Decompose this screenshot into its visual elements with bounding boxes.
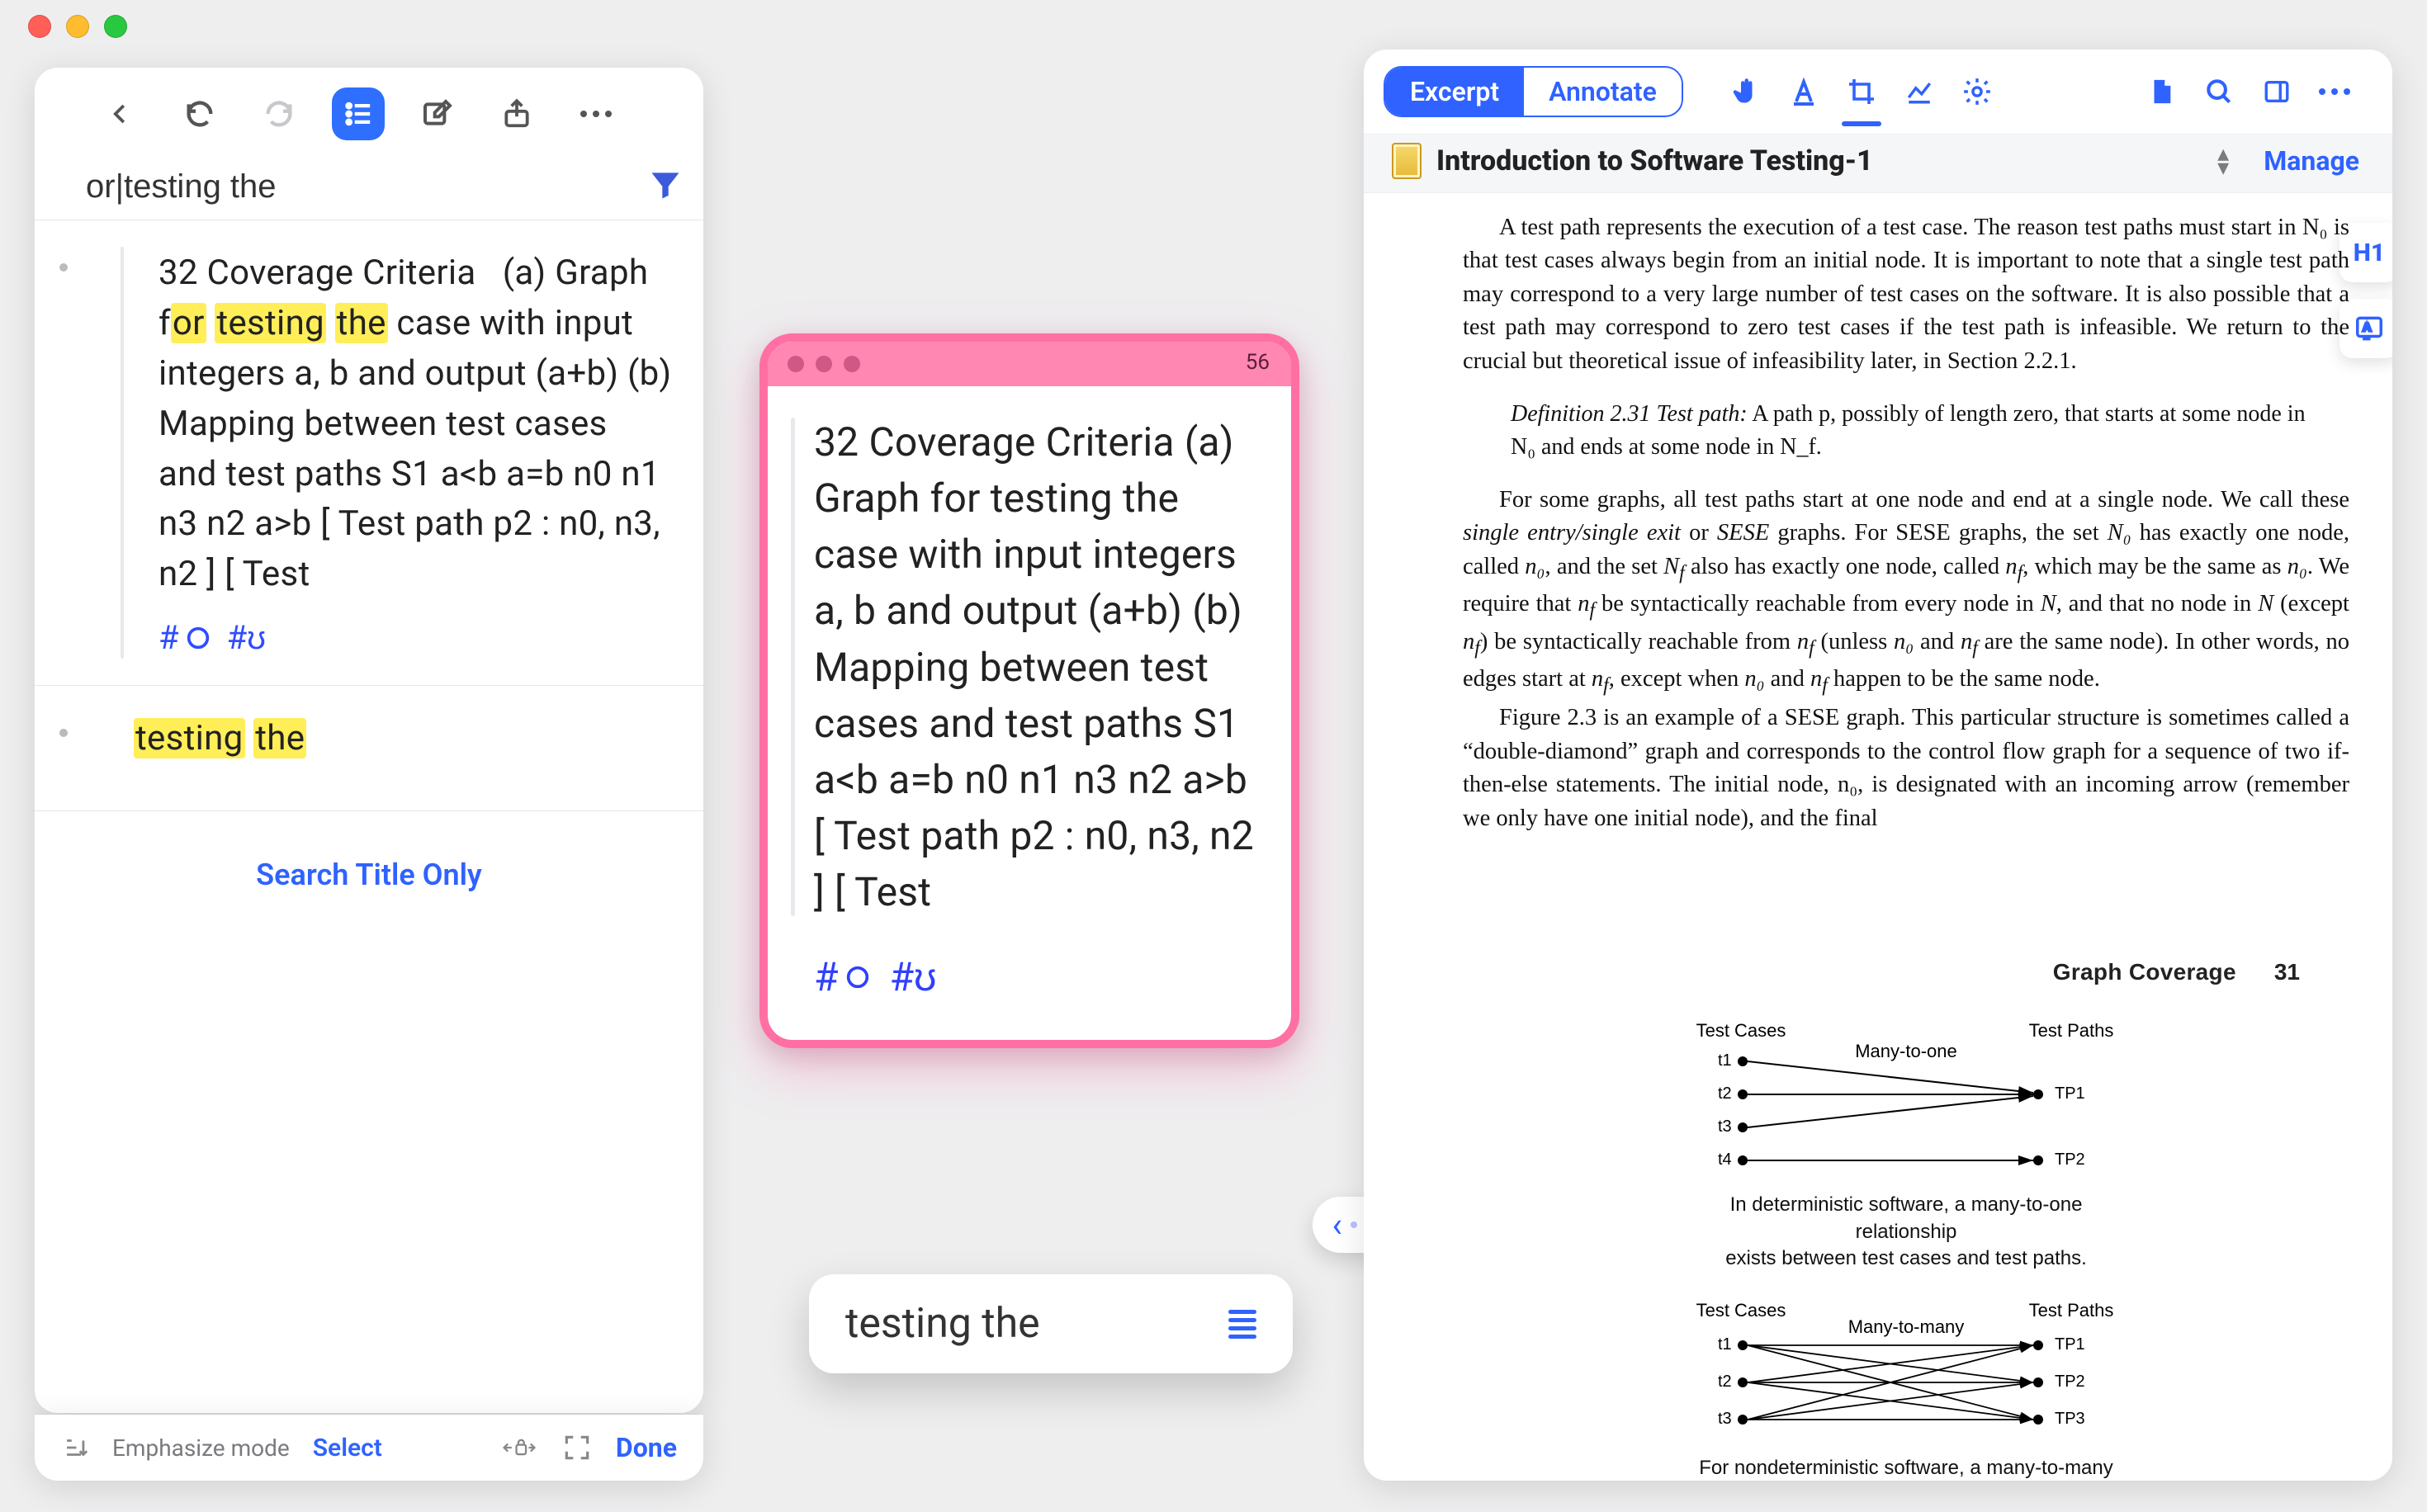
sort-icon[interactable]	[61, 1434, 89, 1462]
svg-text:TP2: TP2	[2055, 1373, 2085, 1391]
svg-text:Many-to-one: Many-to-one	[1855, 1041, 1957, 1061]
svg-text:TP2: TP2	[2055, 1151, 2085, 1169]
hand-tool-button[interactable]	[1721, 67, 1771, 116]
more-button[interactable]	[570, 87, 622, 140]
lock-sync-icon[interactable]	[500, 1434, 538, 1462]
expand-icon[interactable]	[561, 1432, 593, 1463]
outline-list-button[interactable]	[332, 87, 385, 140]
close-window-button[interactable]	[28, 15, 51, 38]
svg-text:t4: t4	[1718, 1151, 1732, 1169]
search-row	[35, 160, 703, 220]
back-button[interactable]	[94, 87, 147, 140]
svg-text:t1: t1	[1718, 1335, 1732, 1354]
definition-block: Definition 2.31 Test path: A path p, pos…	[1511, 398, 2316, 464]
svg-text:Test Cases: Test Cases	[1696, 1300, 1786, 1321]
crop-button[interactable]	[1837, 67, 1886, 116]
svg-text:t3: t3	[1718, 1410, 1732, 1428]
segment-annotate[interactable]: Annotate	[1524, 68, 1682, 116]
book-icon	[1392, 143, 1422, 179]
document-title-row: Introduction to Software Testing-1 ▴▾ Ma…	[1364, 134, 2392, 193]
search-title-only-button[interactable]: Search Title Only	[35, 811, 703, 1387]
card-page-number: 56	[1246, 350, 1270, 375]
filter-button[interactable]	[647, 167, 684, 206]
svg-text:Test Paths: Test Paths	[2029, 1300, 2114, 1321]
paragraph: Figure 2.3 is an example of a SESE graph…	[1463, 702, 2349, 835]
svg-text:t2: t2	[1718, 1084, 1732, 1103]
chevron-left-icon: ‹	[1332, 1205, 1342, 1245]
undo-button[interactable]	[173, 87, 226, 140]
page-running-header: Graph Coverage 31	[1463, 959, 2300, 985]
highlight-card[interactable]: 56 32 Coverage Criteria (a) Graph for te…	[759, 333, 1299, 1048]
tag-circle[interactable]: #	[814, 953, 872, 1000]
svg-text:Test Cases: Test Cases	[1696, 1020, 1786, 1041]
search-result[interactable]: 32 Coverage Criteria (a) Graph for testi…	[35, 220, 703, 686]
card-traffic-dots	[788, 356, 860, 372]
floating-note-text: testing the	[845, 1300, 1228, 1348]
redo-button[interactable]	[253, 87, 305, 140]
tag-circle[interactable]: #	[158, 618, 212, 657]
ellipsis-icon	[2319, 88, 2350, 95]
minimize-window-button[interactable]	[66, 15, 89, 38]
highlight-card-header: 56	[768, 342, 1291, 386]
result-tags: # #ʊ	[158, 618, 674, 657]
done-button[interactable]: Done	[616, 1432, 677, 1463]
tag-upsilon[interactable]: #ʊ	[890, 953, 937, 1000]
svg-text:TP1: TP1	[2055, 1084, 2085, 1103]
svg-text:Test Paths: Test Paths	[2029, 1020, 2114, 1041]
svg-text:t3: t3	[1718, 1117, 1732, 1136]
zoom-window-button[interactable]	[104, 15, 127, 38]
paragraph: A test path represents the execution of …	[1463, 211, 2349, 378]
sort-toggle-icon[interactable]: ▴▾	[2217, 147, 2229, 175]
outline-toolbar	[35, 68, 703, 160]
svg-text:t2: t2	[1718, 1373, 1732, 1391]
text-style-button[interactable]	[1779, 67, 1829, 116]
result-text: testing the	[134, 714, 674, 764]
dot-icon	[1351, 1221, 1357, 1228]
emphasize-mode-label: Emphasize mode	[112, 1434, 290, 1462]
document-title[interactable]: Introduction to Software Testing-1	[1436, 144, 2202, 177]
svg-text:TP3: TP3	[2055, 1410, 2085, 1428]
search-button[interactable]	[2194, 67, 2244, 116]
mode-segmented-control: Excerpt Annotate	[1384, 66, 1683, 117]
svg-text:t1: t1	[1718, 1051, 1732, 1070]
highlight-card-tags: # #ʊ	[814, 953, 1255, 1000]
search-result[interactable]: testing the	[35, 686, 703, 811]
sidebar-button[interactable]	[2252, 67, 2302, 116]
svg-text:TP1: TP1	[2055, 1335, 2085, 1354]
document-button[interactable]	[2136, 67, 2186, 116]
drag-handle-icon[interactable]	[1228, 1310, 1256, 1339]
select-button[interactable]: Select	[313, 1434, 382, 1462]
figure-caption: For nondeterministic software, a many-to…	[1691, 1455, 2121, 1481]
result-text: 32 Coverage Criteria (a) Graph for testi…	[158, 248, 674, 600]
highlight-card-text: 32 Coverage Criteria (a) Graph for testi…	[814, 414, 1255, 920]
reader-toolbar: Excerpt Annotate	[1364, 50, 2392, 134]
window-traffic-lights	[28, 15, 127, 38]
search-input[interactable]	[84, 168, 647, 206]
compose-button[interactable]	[411, 87, 464, 140]
figure-many-to-many: Test Cases Test Paths Many-to-many t1 t2…	[1691, 1300, 2121, 1481]
segment-excerpt[interactable]: Excerpt	[1385, 68, 1524, 116]
floating-note-pill[interactable]: testing the	[809, 1274, 1293, 1373]
svg-text:Many-to-many: Many-to-many	[1848, 1316, 1965, 1337]
ellipsis-icon	[580, 111, 612, 117]
figure-caption: In deterministic software, a many-to-one…	[1691, 1192, 2121, 1272]
reader-body[interactable]: A test path represents the execution of …	[1364, 193, 2392, 1481]
chart-button[interactable]	[1895, 67, 1944, 116]
settings-button[interactable]	[1952, 67, 2002, 116]
more-button[interactable]	[2310, 67, 2359, 116]
share-button[interactable]	[490, 87, 543, 140]
figure-many-to-one: Test Cases Test Paths Many-to-one t1 t2 …	[1691, 1020, 2121, 1272]
manage-button[interactable]: Manage	[2264, 145, 2359, 177]
outline-bottom-bar: Emphasize mode Select Done	[35, 1415, 703, 1481]
paragraph: For some graphs, all test paths start at…	[1463, 484, 2349, 701]
result-indent-bar	[121, 247, 124, 659]
tag-upsilon[interactable]: #ʊ	[227, 618, 266, 657]
outline-panel: 32 Coverage Criteria (a) Graph for testi…	[35, 68, 703, 1413]
reader-panel: Excerpt Annotate	[1364, 50, 2392, 1481]
